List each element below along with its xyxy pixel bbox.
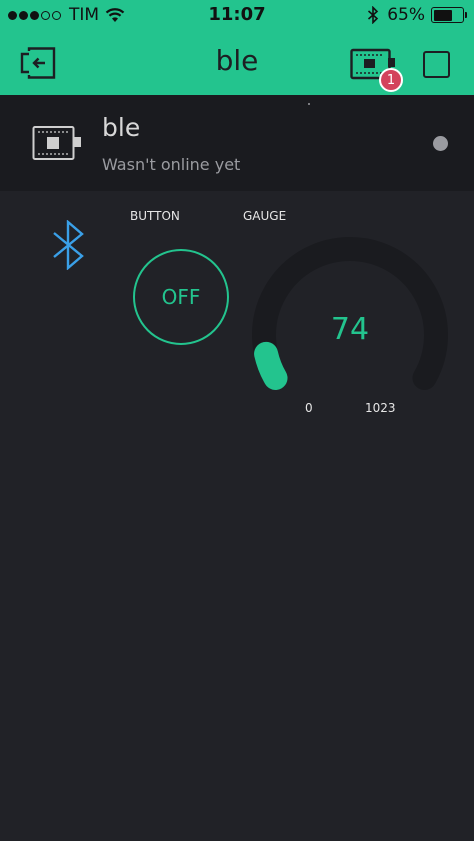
gauge-value: 74 [330, 312, 370, 347]
device-status-row[interactable]: ble Wasn't online yet [0, 95, 474, 191]
notification-badge[interactable]: 1 [379, 68, 403, 92]
battery-icon [431, 7, 467, 23]
bluetooth-status-icon [368, 6, 379, 24]
battery-level-fill [433, 9, 452, 21]
app-header: ble [0, 30, 474, 95]
device-board-icon [32, 126, 81, 160]
bluetooth-widget-icon[interactable] [50, 220, 86, 270]
toggle-button[interactable]: OFF [133, 249, 229, 345]
status-right: 65% [367, 5, 467, 25]
button-widget-label: BUTTON [130, 209, 180, 223]
project-title: ble [215, 44, 259, 77]
status-bar: TIM 11:07 65% [0, 0, 474, 30]
gauge-fill [254, 341, 288, 390]
play-stop-button[interactable] [423, 51, 450, 78]
online-indicator [433, 136, 448, 151]
gauge-max-label: 1023 [365, 401, 396, 415]
decorative-dot [308, 103, 310, 105]
gauge-widget-label: GAUGE [243, 209, 287, 223]
device-connection-status: Wasn't online yet [102, 155, 241, 174]
gauge-min-label: 0 [305, 401, 313, 415]
battery-percentage: 65% [387, 5, 425, 25]
device-name: ble [102, 113, 141, 142]
